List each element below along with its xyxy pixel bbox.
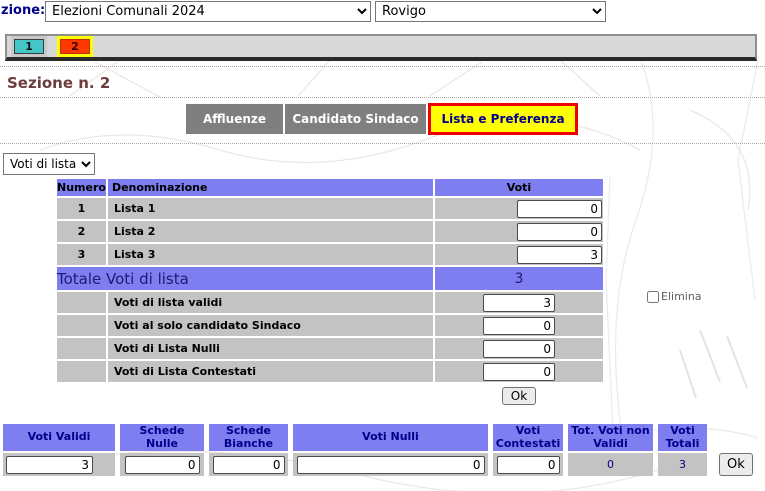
election-select[interactable]: Elezioni Comunali 2024 (45, 1, 371, 22)
row-label: Lista 3 (108, 244, 433, 265)
totale-label: Totale Voti di lista (57, 267, 433, 290)
voti-totali-value: 3 (679, 458, 686, 471)
table-row: Voti di lista validi (57, 292, 603, 313)
row-number-empty (57, 361, 106, 382)
row-label: Voti di lista validi (108, 292, 433, 313)
section-strip: 1 2 (5, 34, 757, 61)
municipality-select[interactable]: Rovigo (375, 1, 606, 22)
view-type-select[interactable]: Voti di lista (3, 153, 95, 175)
summary-header-voti-totali: Voti Totali (658, 424, 707, 451)
voti-solo-sindaco-input[interactable] (483, 317, 555, 335)
totale-row: Totale Voti di lista 3 (57, 267, 603, 290)
ok-row: Ok (57, 384, 603, 405)
table-row: 2 Lista 2 (57, 221, 603, 242)
elimina-label: Elimina (661, 290, 702, 303)
row-label: Lista 1 (108, 198, 433, 219)
lista-votes-table: Numero Denominazione Voti 1 Lista 1 2 Li… (55, 177, 605, 407)
row-label: Voti al solo candidato Sindaco (108, 315, 433, 336)
table-row: Voti di Lista Nulli (57, 338, 603, 359)
table-row: 3 Lista 3 (57, 244, 603, 265)
row-number: 2 (57, 221, 106, 242)
column-header-voti: Voti (435, 179, 603, 196)
lista-ok-button[interactable]: Ok (502, 387, 536, 405)
election-label: zione: (1, 3, 45, 18)
row-label: Voti di Lista Contestati (108, 361, 433, 382)
summary-header-voti-nulli: Voti Nulli (293, 424, 488, 451)
voti-nulli-input[interactable] (297, 456, 485, 474)
table-row: Voti al solo candidato Sindaco (57, 315, 603, 336)
voti-contestati-input[interactable] (497, 456, 560, 474)
row-number: 1 (57, 198, 106, 219)
page: zione: Elezioni Comunali 2024 Rovigo 1 2… (0, 0, 765, 491)
elimina-checkbox[interactable] (647, 291, 659, 303)
schede-bianche-input[interactable] (213, 456, 285, 474)
voti-lista-validi-input[interactable] (483, 294, 555, 312)
row-number-empty (57, 315, 106, 336)
voti-lista-nulli-input[interactable] (483, 340, 555, 358)
votes-input-lista-3[interactable] (517, 246, 602, 264)
page-title: Sezione n. 2 (7, 74, 110, 92)
divider (0, 97, 765, 98)
votes-input-lista-1[interactable] (517, 200, 602, 218)
summary-table: Voti Validi Schede Nulle Schede Bianche … (3, 424, 707, 476)
section-button-1[interactable]: 1 (14, 39, 44, 54)
summary-header-tot-voti-non-validi: Tot. Voti non Validi (568, 424, 653, 451)
voti-lista-contestati-input[interactable] (483, 363, 555, 381)
tab-affluenze[interactable]: Affluenze (186, 104, 283, 134)
column-header-denominazione: Denominazione (108, 179, 433, 196)
summary-header-voti-validi: Voti Validi (3, 424, 115, 451)
voti-validi-input[interactable] (6, 456, 93, 474)
row-number-empty (57, 292, 106, 313)
table-row: Voti di Lista Contestati (57, 361, 603, 382)
summary-header-voti-contestati: Voti Contestati (493, 424, 563, 451)
table-header-row: Numero Denominazione Voti (57, 179, 603, 196)
tab-lista-e-preferenza[interactable]: Lista e Preferenza (428, 103, 578, 135)
tot-voti-non-validi-value: 0 (607, 458, 614, 471)
elimina-control: Elimina (647, 290, 702, 303)
schede-nulle-input[interactable] (125, 456, 200, 474)
row-number-empty (57, 338, 106, 359)
row-label: Voti di Lista Nulli (108, 338, 433, 359)
summary-header-schede-nulle: Schede Nulle (120, 424, 204, 451)
totale-value: 3 (435, 267, 603, 290)
section-button-2[interactable]: 2 (60, 39, 90, 54)
summary-header-schede-bianche: Schede Bianche (209, 424, 288, 451)
column-header-numero: Numero (57, 179, 106, 196)
summary-ok-button[interactable]: Ok (719, 453, 753, 476)
divider (0, 66, 765, 67)
table-row: 1 Lista 1 (57, 198, 603, 219)
votes-input-lista-2[interactable] (517, 223, 602, 241)
divider (0, 143, 765, 144)
row-number: 3 (57, 244, 106, 265)
tab-candidato-sindaco[interactable]: Candidato Sindaco (285, 104, 426, 134)
row-label: Lista 2 (108, 221, 433, 242)
